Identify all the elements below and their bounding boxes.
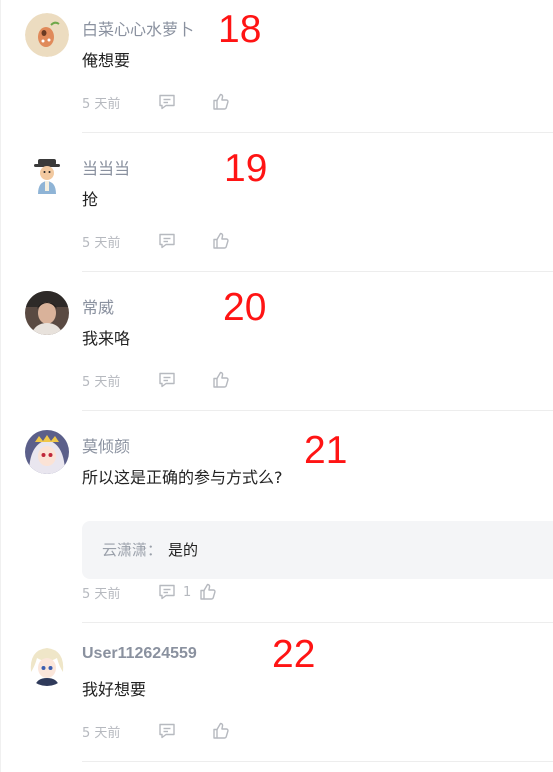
like-button[interactable] bbox=[211, 231, 231, 251]
username[interactable]: User112624559 bbox=[82, 645, 197, 663]
username[interactable]: 莫倾颜 bbox=[82, 433, 130, 457]
timestamp: 5 天前 bbox=[82, 586, 121, 602]
annotation-number: 21 bbox=[304, 429, 348, 472]
comment-item: 当当当 19 抢 5 天前 bbox=[0, 147, 553, 272]
like-button[interactable] bbox=[211, 370, 231, 390]
comment-icon bbox=[157, 92, 177, 112]
comment-actions: 5 天前 bbox=[82, 370, 231, 390]
comment-divider bbox=[82, 132, 553, 133]
like-button[interactable] bbox=[211, 92, 231, 112]
comment-icon bbox=[157, 582, 177, 602]
user-avatar[interactable] bbox=[25, 152, 69, 196]
comment-actions: 5 天前 bbox=[82, 231, 231, 251]
like-button[interactable] bbox=[198, 582, 218, 602]
like-button[interactable] bbox=[211, 721, 231, 741]
annotation-number: 19 bbox=[224, 147, 268, 190]
comment-item: 常威 20 我来咯 5 天前 bbox=[0, 286, 553, 411]
reply-button[interactable] bbox=[157, 92, 211, 112]
user-avatar[interactable] bbox=[25, 291, 69, 335]
comment-text: 俺想要 bbox=[82, 51, 131, 70]
comment-text: 所以这是正确的参与方式么? bbox=[82, 468, 283, 487]
comment-divider bbox=[82, 622, 553, 623]
annotation-number: 18 bbox=[218, 8, 262, 51]
thumbs-up-icon bbox=[211, 721, 231, 741]
timestamp: 5 天前 bbox=[82, 235, 121, 251]
comment-text: 我来咯 bbox=[82, 329, 131, 348]
reply-username[interactable]: 云潇潇： bbox=[102, 539, 162, 560]
reply-count: 1 bbox=[183, 584, 192, 600]
thumbs-up-icon bbox=[211, 231, 231, 251]
comment-actions: 5 天前 1 bbox=[82, 582, 218, 602]
comment-item: User112624559 22 我好想要 5 天前 bbox=[0, 635, 553, 762]
comment-divider bbox=[82, 410, 553, 411]
reply-button[interactable] bbox=[157, 370, 211, 390]
username[interactable]: 常威 bbox=[82, 294, 114, 318]
comment-text: 抢 bbox=[82, 190, 99, 209]
user-avatar[interactable] bbox=[25, 430, 69, 474]
annotation-number: 22 bbox=[272, 633, 316, 676]
timestamp: 5 天前 bbox=[82, 96, 121, 112]
comment-divider bbox=[82, 761, 553, 762]
comment-icon bbox=[157, 721, 177, 741]
comment-icon bbox=[157, 231, 177, 251]
comment-item: 莫倾颜 21 所以这是正确的参与方式么? 云潇潇： 是的 5 天前 1 bbox=[0, 430, 553, 623]
reply-button[interactable] bbox=[157, 231, 211, 251]
comment-actions: 5 天前 bbox=[82, 721, 231, 741]
comment-actions: 5 天前 bbox=[82, 92, 231, 112]
comment-item: 白菜心心水萝卜 18 俺想要 5 天前 bbox=[0, 8, 553, 133]
reply-box[interactable]: 云潇潇： 是的 bbox=[82, 521, 553, 579]
thumbs-up-icon bbox=[198, 582, 218, 602]
timestamp: 5 天前 bbox=[82, 725, 121, 741]
thumbs-up-icon bbox=[211, 92, 231, 112]
user-avatar[interactable] bbox=[25, 642, 69, 686]
username[interactable]: 白菜心心水萝卜 bbox=[82, 16, 194, 40]
thumbs-up-icon bbox=[211, 370, 231, 390]
timestamp: 5 天前 bbox=[82, 374, 121, 390]
comment-text: 我好想要 bbox=[82, 680, 147, 699]
reply-text: 是的 bbox=[168, 541, 199, 559]
comment-icon bbox=[157, 370, 177, 390]
reply-button[interactable] bbox=[157, 721, 211, 741]
annotation-number: 20 bbox=[223, 286, 267, 329]
comment-divider bbox=[82, 271, 553, 272]
username[interactable]: 当当当 bbox=[82, 155, 130, 179]
user-avatar[interactable] bbox=[25, 13, 69, 57]
